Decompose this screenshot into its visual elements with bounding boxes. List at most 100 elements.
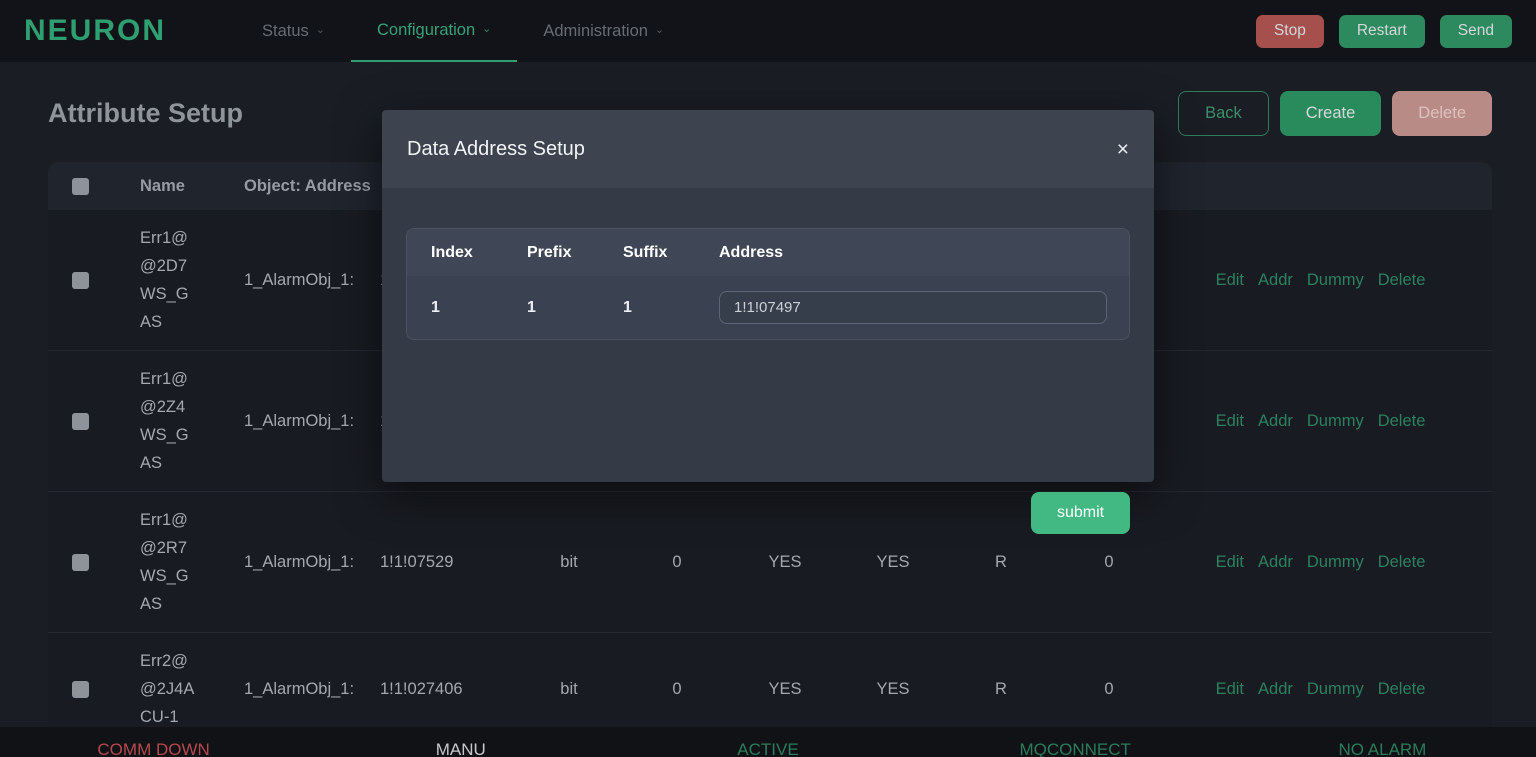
name-line: Err1@ [140,224,244,252]
chevron-down-icon: ⌄ [482,22,491,35]
name-line: Err1@ [140,506,244,534]
name-line: @2Z4 [140,393,244,421]
checkbox-cell [48,554,140,571]
modal-header-index: Index [407,244,503,262]
name-line: @2R7 [140,534,244,562]
row-checkbox[interactable] [72,413,89,430]
name-line: CU-1 [140,703,244,727]
value-cell: bit [515,675,623,703]
name-line: Err2@ [140,647,244,675]
create-button[interactable]: Create [1280,91,1382,136]
modal-title: Data Address Setup [407,138,585,161]
top-nav: NEURON Status⌄Configuration⌄Administrati… [0,0,1536,62]
chevron-down-icon: ⌄ [655,23,664,36]
delete-button[interactable]: Delete [1392,91,1492,136]
value-cell: 0 [1055,548,1163,576]
name-cell: Err1@@2D7WS_GAS [140,224,244,336]
stop-button[interactable]: Stop [1256,15,1324,48]
delete-link[interactable]: Delete [1378,548,1426,576]
row-checkbox[interactable] [72,681,89,698]
row-actions: Edit Addr Dummy Delete [1163,407,1492,435]
status-active: ACTIVE [614,727,921,757]
edit-link[interactable]: Edit [1216,266,1244,294]
modal-body: Index Prefix Suffix Address 1 1 1 submit [382,188,1154,482]
value-cell: 0 [623,675,731,703]
modal-table-row: 1 1 1 [407,276,1129,339]
nav-item-configuration[interactable]: Configuration ⌄ [351,0,517,62]
name-cell: Err1@@2Z4WS_GAS [140,365,244,477]
name-line: WS_G [140,562,244,590]
row-checkbox[interactable] [72,272,89,289]
status-no-alarm: NO ALARM [1229,727,1536,757]
data-address-setup-modal: Data Address Setup × Index Prefix Suffix… [382,110,1154,482]
close-icon[interactable]: × [1117,139,1129,160]
addr-link[interactable]: Addr [1258,266,1293,294]
value-cell: R [947,675,1055,703]
object-cell: 1_AlarmObj_1: [244,548,380,576]
value-cell: R [947,548,1055,576]
row-checkbox[interactable] [72,554,89,571]
nav-item-label: Configuration [377,21,475,40]
select-all-checkbox[interactable] [72,178,89,195]
edit-link[interactable]: Edit [1216,548,1244,576]
status-manu: MANU [307,727,614,757]
modal-header-suffix: Suffix [599,244,695,262]
nav-item-administration[interactable]: Administration⌄ [517,0,690,62]
name-line: AS [140,590,244,618]
status-mqconnect: MQCONNECT [922,727,1229,757]
name-line: WS_G [140,280,244,308]
prefix-value: 1 [503,299,599,317]
checkbox-cell [48,413,140,430]
checkbox-cell [48,681,140,698]
edit-link[interactable]: Edit [1216,675,1244,703]
send-button[interactable]: Send [1440,15,1512,48]
value-cell: 0 [623,548,731,576]
checkbox-cell [48,272,140,289]
submit-button[interactable]: submit [1031,492,1130,534]
address-cell: 1!1!027406 [380,675,515,703]
app: NEURON Status⌄Configuration⌄Administrati… [0,0,1536,757]
value-cell: 0 [1055,675,1163,703]
address-cell [695,291,1129,324]
addr-link[interactable]: Addr [1258,675,1293,703]
addr-link[interactable]: Addr [1258,407,1293,435]
status-bar: COMM DOWNMANUACTIVEMQCONNECTNO ALARM [0,727,1536,757]
address-cell: 1!1!07529 [380,548,515,576]
restart-button[interactable]: Restart [1339,15,1425,48]
modal-table-header: Index Prefix Suffix Address [407,229,1129,276]
dummy-link[interactable]: Dummy [1307,407,1364,435]
modal-header-prefix: Prefix [503,244,599,262]
value-cell: bit [515,548,623,576]
table-row: Err2@@2J4ACU-11_AlarmObj_1:1!1!027406bit… [48,633,1492,727]
delete-link[interactable]: Delete [1378,675,1426,703]
delete-link[interactable]: Delete [1378,266,1426,294]
name-line: WS_G [140,421,244,449]
modal-header: Data Address Setup × [382,110,1154,188]
nav-item-label: Status [262,22,309,41]
address-input[interactable] [719,291,1107,324]
dummy-link[interactable]: Dummy [1307,548,1364,576]
nav-item-status[interactable]: Status ⌄ [236,0,351,62]
name-cell: Err1@@2R7WS_GAS [140,506,244,618]
modal-header-address: Address [695,244,1129,262]
app-logo: NEURON [24,14,194,48]
row-actions: Edit Addr Dummy Delete [1163,548,1492,576]
object-cell: 1_AlarmObj_1: [244,266,380,294]
chevron-down-icon: ⌄ [316,23,325,36]
value-cell: YES [731,675,839,703]
dummy-link[interactable]: Dummy [1307,266,1364,294]
header-cell [48,178,140,195]
table-row: Err1@@2R7WS_GAS1_AlarmObj_1:1!1!07529bit… [48,492,1492,633]
index-value: 1 [407,299,503,317]
dummy-link[interactable]: Dummy [1307,675,1364,703]
row-actions: Edit Addr Dummy Delete [1163,266,1492,294]
name-line: @2D7 [140,252,244,280]
addr-link[interactable]: Addr [1258,548,1293,576]
edit-link[interactable]: Edit [1216,407,1244,435]
header-cell-name: Name [140,172,244,200]
row-actions: Edit Addr Dummy Delete [1163,675,1492,703]
back-button[interactable]: Back [1178,91,1269,136]
delete-link[interactable]: Delete [1378,407,1426,435]
page-buttons: BackCreateDelete [1178,91,1492,136]
modal-table: Index Prefix Suffix Address 1 1 1 [406,228,1130,340]
